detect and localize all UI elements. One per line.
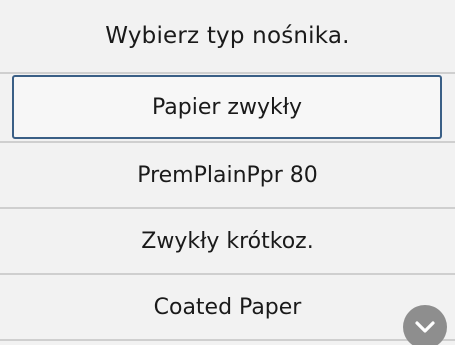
- media-type-screen: Wybierz typ nośnika. Papier zwykły PremP…: [0, 0, 455, 345]
- divider: [0, 339, 455, 341]
- chevron-down-icon: [415, 321, 435, 333]
- divider: [0, 72, 455, 74]
- media-option-coated-paper[interactable]: Coated Paper: [0, 275, 455, 339]
- media-option-papier-zwykly[interactable]: Papier zwykły: [12, 75, 442, 139]
- media-option-zwykly-krotkoz[interactable]: Zwykły krótkoz.: [0, 209, 455, 273]
- scroll-down-button[interactable]: [403, 305, 447, 345]
- media-option-premplainppr-80[interactable]: PremPlainPpr 80: [0, 143, 455, 207]
- screen-title: Wybierz typ nośnika.: [105, 23, 350, 49]
